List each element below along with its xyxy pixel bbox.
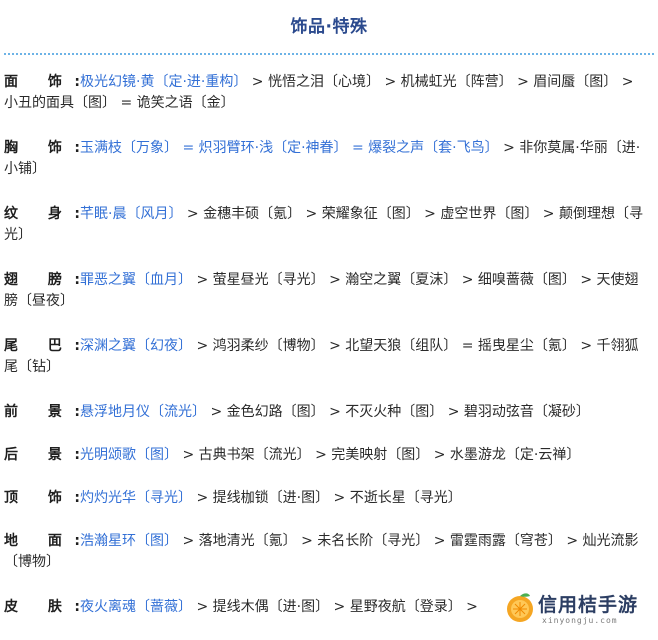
item-chain: > 古典书架〔流光〕 > 完美映射〔图〕 > 水墨游龙〔定·云禅〕	[178, 447, 581, 463]
row-label: 后 景:	[4, 447, 80, 463]
watermark-text: 信用桔手游	[538, 594, 639, 616]
highlighted-item: 深渊之翼〔幻夜〕	[80, 338, 192, 354]
row-label: 地 面:	[4, 533, 80, 549]
item-row: 尾 巴:深渊之翼〔幻夜〕 > 鸿羽柔纱〔博物〕 > 北望天狼〔组队〕 = 摇曳星…	[4, 336, 650, 378]
highlighted-item: 罪恶之翼〔血月〕	[80, 272, 192, 288]
watermark-url: xinyongju.com	[542, 616, 618, 625]
item-row: 纹 身:芊眠·晨〔风月〕 > 金穗丰硕〔氪〕 > 荣耀象征〔图〕 > 虚空世界〔…	[4, 204, 650, 246]
row-label: 胸 饰:	[4, 140, 80, 156]
item-row: 后 景:光明颂歌〔图〕 > 古典书架〔流光〕 > 完美映射〔图〕 > 水墨游龙〔…	[4, 445, 650, 466]
row-label: 面 饰:	[4, 74, 80, 90]
highlighted-item: 夜火离魂〔蔷薇〕	[80, 599, 192, 615]
item-list: 面 饰:极光幻镜·黄〔定·进·重构〕 > 恍悟之泪〔心境〕 > 机械虹光〔阵营〕…	[4, 72, 650, 640]
page-title: 饰品·特殊	[290, 17, 368, 37]
item-row: 翅 膀:罪恶之翼〔血月〕 > 萤星昼光〔寻光〕 > 瀚空之翼〔夏沫〕 > 细嗅蔷…	[4, 270, 650, 312]
highlighted-item: 光明颂歌〔图〕	[80, 447, 178, 463]
row-label: 顶 饰:	[4, 490, 80, 506]
item-row: 地 面:浩瀚星环〔图〕 > 落地清光〔氪〕 > 未名长阶〔寻光〕 > 雷霆雨露〔…	[4, 531, 650, 573]
row-label: 皮 肤:	[4, 599, 80, 615]
row-label: 翅 膀:	[4, 272, 80, 288]
item-row: 面 饰:极光幻镜·黄〔定·进·重构〕 > 恍悟之泪〔心境〕 > 机械虹光〔阵营〕…	[4, 72, 650, 114]
item-row: 前 景:悬浮地月仪〔流光〕 > 金色幻路〔图〕 > 不灭火种〔图〕 > 碧羽动弦…	[4, 402, 650, 423]
item-chain: > 提线木偶〔进·图〕 > 星野夜航〔登录〕 >	[192, 599, 478, 615]
row-label: 尾 巴:	[4, 338, 80, 354]
item-row: 胸 饰:玉满枝〔万象〕 = 炽羽臂环·浅〔定·神眷〕 = 爆裂之声〔套·飞鸟〕 …	[4, 138, 650, 180]
highlighted-item: 浩瀚星环〔图〕	[80, 533, 178, 549]
item-chain: > 金色幻路〔图〕 > 不灭火种〔图〕 > 碧羽动弦音〔凝砂〕	[206, 404, 590, 420]
item-chain: > 提线枷锁〔进·图〕 > 不逝长星〔寻光〕	[192, 490, 462, 506]
row-label: 纹 身:	[4, 206, 80, 222]
item-row: 顶 饰:灼灼光华〔寻光〕 > 提线枷锁〔进·图〕 > 不逝长星〔寻光〕	[4, 488, 650, 509]
highlighted-item: 灼灼光华〔寻光〕	[80, 490, 192, 506]
dotted-divider	[4, 53, 654, 55]
highlighted-item: 芊眠·晨〔风月〕	[80, 206, 183, 222]
highlighted-item: 极光幻镜·黄〔定·进·重构〕	[80, 74, 248, 90]
row-label: 前 景:	[4, 404, 80, 420]
highlighted-item: 悬浮地月仪〔流光〕	[80, 404, 206, 420]
highlighted-item: 玉满枝〔万象〕 = 炽羽臂环·浅〔定·神眷〕 = 爆裂之声〔套·飞鸟〕	[80, 140, 499, 156]
watermark: 信用桔手游 xinyongju.com	[502, 588, 658, 632]
orange-logo-icon	[507, 593, 533, 622]
